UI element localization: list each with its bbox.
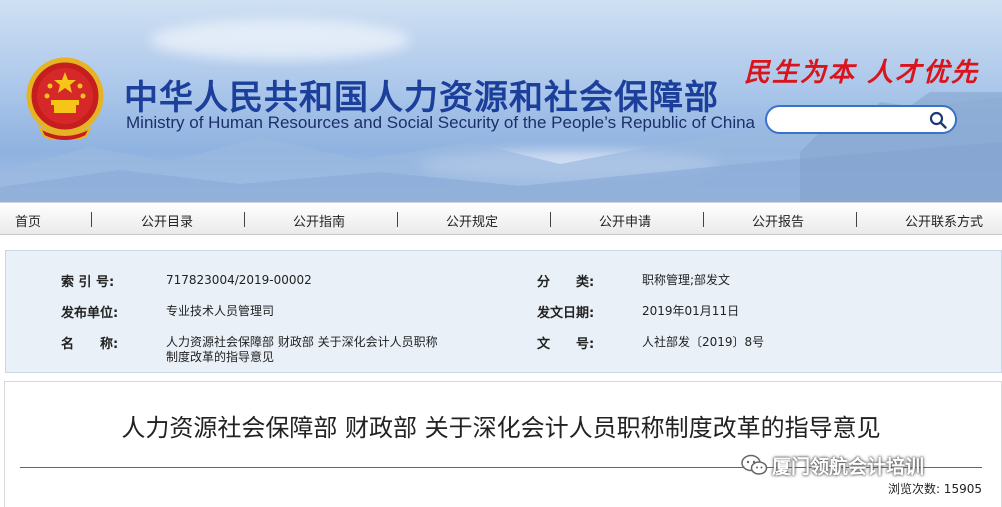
date-value: 2019年01月11日	[642, 304, 740, 318]
nav-public-application[interactable]: 公开申请	[599, 211, 651, 230]
wechat-icon	[741, 454, 768, 475]
index-value: 717823004/2019-00002	[166, 273, 312, 287]
nav-public-catalog[interactable]: 公开目录	[141, 211, 193, 230]
slogan: 民生为本 人才优先	[744, 58, 980, 88]
nav-separator	[91, 212, 92, 227]
document-info-panel: 索 引 号: 717823004/2019-00002 分 类: 职称管理;部发…	[5, 250, 1002, 373]
article-title: 人力资源社会保障部 财政部 关于深化会计人员职称制度改革的指导意见	[121, 414, 881, 442]
doc-name-value-line2: 制度改革的指导意见	[166, 350, 275, 364]
issuer-label: 发布单位:	[61, 306, 119, 321]
nav-separator	[550, 212, 551, 227]
category-label: 分 类:	[537, 275, 595, 290]
search-input[interactable]	[779, 111, 929, 129]
search-icon[interactable]	[929, 111, 947, 129]
doc-number-value: 人社部发〔2019〕8号	[642, 335, 765, 349]
nav-separator	[397, 212, 398, 227]
top-nav: 首页 公开目录 公开指南 公开规定 公开申请 公开报告 公开联系方式	[0, 202, 1002, 235]
view-count: 浏览次数: 15905	[887, 482, 982, 496]
nav-separator	[856, 212, 857, 227]
nav-public-contact[interactable]: 公开联系方式	[905, 211, 983, 230]
nav-public-rules[interactable]: 公开规定	[446, 211, 498, 230]
category-value: 职称管理;部发文	[642, 273, 731, 287]
header-banner: 中华人民共和国人力资源和社会保障部 Ministry of Human Reso…	[0, 0, 1002, 202]
site-title-en: Ministry of Human Resources and Social S…	[126, 113, 755, 132]
watermark-text: 厦门领航会计培训	[772, 456, 925, 478]
nav-separator	[244, 212, 245, 227]
article-panel	[4, 381, 1002, 507]
index-label: 索 引 号:	[61, 275, 115, 290]
nav-public-guide[interactable]: 公开指南	[293, 211, 345, 230]
cloud-decoration	[150, 20, 410, 60]
nav-public-report[interactable]: 公开报告	[752, 211, 804, 230]
issuer-value: 专业技术人员管理司	[166, 304, 275, 318]
watermark: 厦门领航会计培训	[740, 452, 980, 478]
nav-home[interactable]: 首页	[15, 211, 41, 230]
search-box	[765, 105, 957, 134]
site-title-cn: 中华人民共和国人力资源和社会保障部	[124, 78, 719, 118]
national-emblem-icon	[26, 57, 104, 140]
doc-name-value: 人力资源社会保障部 财政部 关于深化会计人员职称	[166, 335, 438, 349]
date-label: 发文日期:	[537, 306, 595, 321]
nav-separator	[703, 212, 704, 227]
doc-name-label: 名 称:	[61, 337, 119, 352]
doc-number-label: 文 号:	[537, 337, 595, 352]
